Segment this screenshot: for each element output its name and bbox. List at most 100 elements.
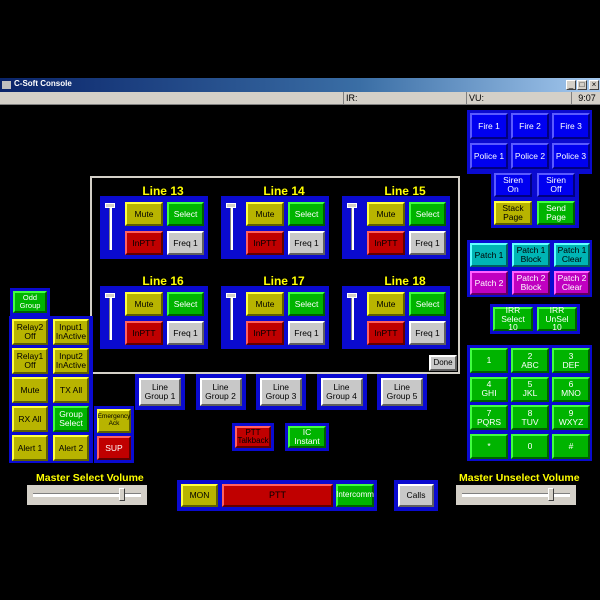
line-17-mute-button[interactable]: Mute	[246, 292, 284, 316]
minimize-button[interactable]: _	[566, 80, 576, 90]
siren-on-button[interactable]: Siren On	[494, 173, 532, 197]
line-18-inptt-button[interactable]: InPTT	[367, 321, 405, 345]
mon-button[interactable]: MON	[181, 484, 218, 507]
patch2-button[interactable]: Patch 2	[470, 271, 508, 295]
line-13-freq-button[interactable]: Freq 1	[167, 231, 204, 255]
line-14-inptt-button[interactable]: InPTT	[246, 231, 284, 255]
irr-unselect-button[interactable]: IRR UnSel 10	[537, 305, 577, 332]
slider-thumb[interactable]	[347, 293, 357, 298]
keypad-key-1[interactable]: 2 ABC	[511, 348, 549, 373]
police-2-button[interactable]: Police 2	[511, 143, 549, 169]
line-17-inptt-button[interactable]: InPTT	[246, 321, 284, 345]
line-13-inptt-button[interactable]: InPTT	[125, 231, 163, 255]
line-group-5-button[interactable]: Line Group 5	[381, 378, 423, 406]
line-18-volume-slider[interactable]	[346, 291, 358, 344]
line-14-volume-slider[interactable]	[225, 201, 237, 254]
line-group-4-button[interactable]: Line Group 4	[320, 378, 363, 406]
police-3-button[interactable]: Police 3	[552, 143, 590, 169]
line-16-inptt-button[interactable]: InPTT	[125, 321, 163, 345]
fire-3-button[interactable]: Fire 3	[552, 113, 590, 139]
keypad-key-6[interactable]: 7 PQRS	[470, 405, 508, 430]
intercomm-button[interactable]: Intercomm	[336, 484, 374, 507]
line-13-mute-button[interactable]: Mute	[125, 202, 163, 226]
fire-1-button[interactable]: Fire 1	[470, 113, 508, 139]
line-13-volume-slider[interactable]	[104, 201, 116, 254]
line-15-freq-button[interactable]: Freq 1	[409, 231, 446, 255]
alert1-button[interactable]: Alert 1	[12, 435, 48, 461]
line-group-3-button[interactable]: Line Group 3	[260, 378, 302, 406]
police-1-button[interactable]: Police 1	[470, 143, 508, 169]
ptt-talkback-button[interactable]: PTT Talkback	[235, 426, 271, 448]
relay2-button[interactable]: Relay2 Off	[12, 319, 48, 345]
clock: 9:07	[571, 92, 600, 104]
keypad-key-4[interactable]: 5 JKL	[511, 376, 549, 402]
line-18-freq-button[interactable]: Freq 1	[409, 321, 446, 345]
line-13-select-button[interactable]: Select	[167, 202, 204, 226]
relay1-button[interactable]: Relay1 Off	[12, 348, 48, 374]
alert2-button[interactable]: Alert 2	[53, 435, 89, 461]
input1-button[interactable]: Input1 InActive	[53, 319, 89, 345]
fire-2-button[interactable]: Fire 2	[511, 113, 549, 139]
input2-button[interactable]: Input2 InActive	[53, 348, 89, 374]
mute-all-button[interactable]: Mute	[12, 377, 48, 403]
send-page-button[interactable]: Send Page	[537, 201, 575, 225]
keypad-key-0[interactable]: 1	[470, 348, 508, 373]
line-16-mute-button[interactable]: Mute	[125, 292, 163, 316]
maximize-button[interactable]: □	[577, 80, 587, 90]
line-16-select-button[interactable]: Select	[167, 292, 204, 316]
line-14-mute-button[interactable]: Mute	[246, 202, 284, 226]
irr-select-button[interactable]: IRR Select 10	[493, 305, 533, 332]
done-button[interactable]: Done	[429, 355, 457, 371]
slider-thumb[interactable]	[226, 293, 236, 298]
keypad-key-7[interactable]: 8 TUV	[511, 405, 549, 430]
keypad-key-2[interactable]: 3 DEF	[552, 348, 590, 373]
close-button[interactable]: ×	[589, 80, 599, 90]
master-unselect-volume-slider[interactable]	[456, 485, 576, 505]
keypad-key-10[interactable]: 0	[511, 433, 549, 459]
line-16-volume-slider[interactable]	[104, 291, 116, 344]
keypad-key-8[interactable]: 9 WXYZ	[552, 405, 590, 430]
master-select-volume-slider[interactable]	[27, 485, 147, 505]
line-14-freq-button[interactable]: Freq 1	[288, 231, 325, 255]
slider-thumb[interactable]	[105, 203, 115, 208]
patch1-block-button[interactable]: Patch 1 Block	[512, 243, 550, 267]
group-select-button[interactable]: Group Select	[53, 406, 89, 432]
line-15-volume-slider[interactable]	[346, 201, 358, 254]
keypad-key-3[interactable]: 4 GHI	[470, 376, 508, 402]
patch2-clear-button[interactable]: Patch 2 Clear	[554, 271, 590, 295]
tx-all-button[interactable]: TX All	[53, 377, 89, 403]
line-17-volume-slider[interactable]	[225, 291, 237, 344]
line-15-inptt-button[interactable]: InPTT	[367, 231, 405, 255]
line-16-freq-button[interactable]: Freq 1	[167, 321, 204, 345]
line-18-select-button[interactable]: Select	[409, 292, 446, 316]
slider-thumb[interactable]	[105, 293, 115, 298]
odd-group-button[interactable]: Odd Group	[13, 291, 47, 313]
slider-thumb[interactable]	[547, 488, 554, 501]
line-17-freq-button[interactable]: Freq 1	[288, 321, 325, 345]
line-18-mute-button[interactable]: Mute	[367, 292, 405, 316]
keypad-key-5[interactable]: 6 MNO	[552, 376, 590, 402]
ptt-button[interactable]: PTT	[222, 484, 333, 507]
ic-instant-button[interactable]: IC Instant	[288, 426, 326, 448]
keypad-key-11[interactable]: #	[552, 433, 590, 459]
slider-thumb[interactable]	[347, 203, 357, 208]
line-group-2-button[interactable]: Line Group 2	[199, 378, 242, 406]
keypad-key-9[interactable]: *	[470, 433, 508, 459]
line-17-select-button[interactable]: Select	[288, 292, 325, 316]
window-title: C-Soft Console	[14, 79, 72, 88]
siren-off-button[interactable]: Siren Off	[537, 173, 575, 197]
slider-thumb[interactable]	[226, 203, 236, 208]
rx-all-button[interactable]: RX All	[12, 406, 48, 432]
line-group-1-button[interactable]: Line Group 1	[139, 378, 181, 406]
line-15-select-button[interactable]: Select	[409, 202, 446, 226]
sup-button[interactable]: SUP	[97, 436, 131, 460]
patch1-button[interactable]: Patch 1	[470, 243, 508, 267]
patch2-block-button[interactable]: Patch 2 Block	[512, 271, 550, 295]
emergency-ack-button[interactable]: Emergency Ack	[97, 409, 131, 433]
patch1-clear-button[interactable]: Patch 1 Clear	[554, 243, 590, 267]
line-14-select-button[interactable]: Select	[288, 202, 325, 226]
calls-button[interactable]: Calls	[398, 484, 434, 507]
stack-page-button[interactable]: Stack Page	[494, 201, 532, 225]
slider-thumb[interactable]	[118, 488, 125, 501]
line-15-mute-button[interactable]: Mute	[367, 202, 405, 226]
